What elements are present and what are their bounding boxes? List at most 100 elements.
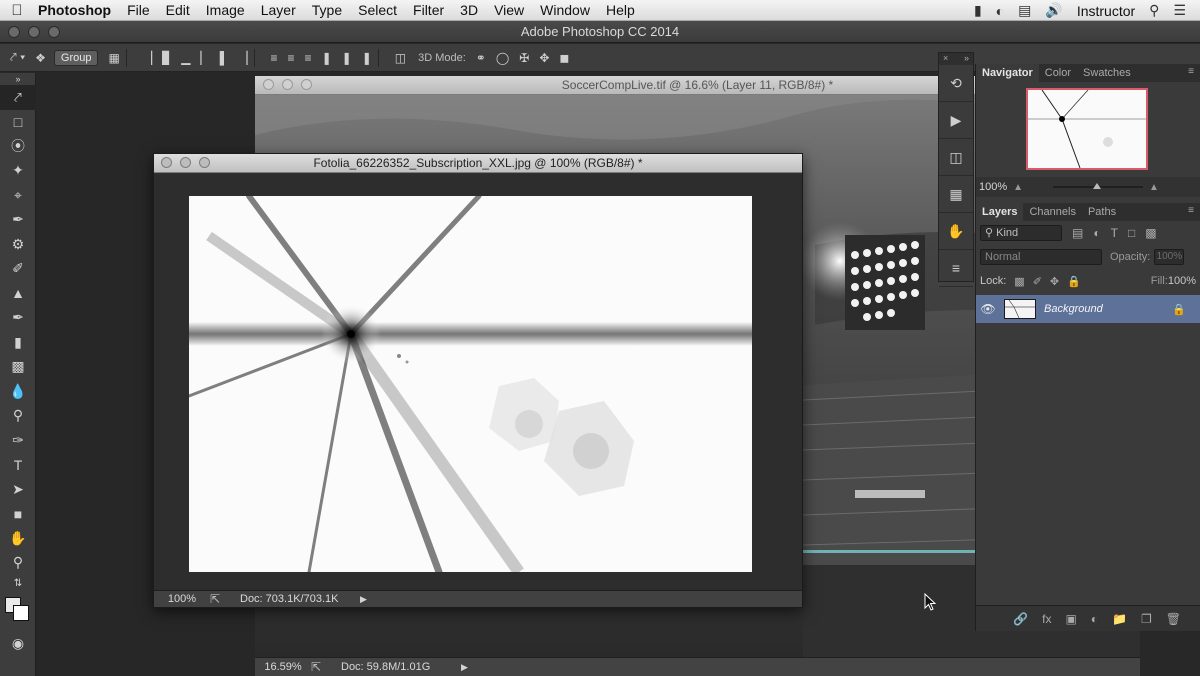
history-brush-tool-icon[interactable]: ✒ [0,306,36,331]
distribute-top-icon[interactable]: ≡ [271,51,278,65]
menu-edit[interactable]: Edit [158,2,198,18]
menu-filter[interactable]: Filter [405,2,452,18]
align-bottom-icon[interactable]: ▁ [181,51,190,65]
spotlight-search-icon[interactable]: ⚲ [1149,2,1159,19]
opacity-input[interactable]: 100% [1154,249,1185,265]
background-color-swatch[interactable] [13,605,29,621]
filter-type-icon[interactable]: T [1111,226,1118,240]
doc-close-button[interactable] [263,79,274,90]
tab-navigator[interactable]: Navigator [976,64,1039,82]
volume-icon[interactable]: 🔊 [1045,2,1062,19]
menu-layer[interactable]: Layer [253,2,304,18]
document-canvas-front[interactable] [154,174,802,590]
layer-thumbnail[interactable] [1004,299,1036,319]
document-window-front[interactable]: Fotolia_66226352_Subscription_XXL.jpg @ … [153,153,803,608]
distribute-hcenter-icon[interactable]: ❚ [342,51,352,65]
status-menu-arrow-back[interactable]: ▶ [461,662,468,673]
document-titlebar-front[interactable]: Fotolia_66226352_Subscription_XXL.jpg @ … [154,154,802,173]
layer-lock-icon[interactable]: 🔒 [1172,303,1186,316]
lock-position-icon[interactable]: ✥ [1050,275,1059,288]
distribute-vcenter-icon[interactable]: ≡ [288,51,295,65]
quick-mask-icon[interactable]: ◉ [0,631,36,656]
brush-presets-icon[interactable]: ✋ [939,213,973,250]
crop-tool-icon[interactable]: ⌖ [0,183,36,208]
layer-name[interactable]: Background [1044,303,1103,315]
minimize-window-button[interactable] [28,26,40,38]
3d-drag-icon[interactable]: ✠ [519,51,529,65]
link-layers-icon[interactable]: 🔗 [1013,612,1028,626]
align-top-icon[interactable]: ▕ [143,51,152,65]
zoom-tool-icon[interactable]: ⚲ [0,551,36,576]
eraser-tool-icon[interactable]: ▮ [0,330,36,355]
fill-input[interactable]: 100% [1168,275,1196,287]
3d-slide-icon[interactable]: ✥ [539,51,549,65]
3d-scale-icon[interactable]: ◼ [559,51,569,65]
distribute-right-icon[interactable]: ❚ [362,51,372,65]
navigator-view-box[interactable] [1026,88,1148,170]
display-icon[interactable]: ▤ [1018,2,1031,19]
menu-image[interactable]: Image [198,2,253,18]
sync-icon[interactable]: ◐ [996,3,1004,19]
filter-pixel-icon[interactable]: ▤ [1072,226,1083,240]
dock-expand-icon[interactable]: » [964,53,969,65]
panel-menu-icon[interactable]: ≡ [1188,66,1194,77]
menu-select[interactable]: Select [350,2,405,18]
blur-tool-icon[interactable]: 💧 [0,379,36,404]
tab-layers[interactable]: Layers [976,203,1024,221]
apple-icon[interactable]:  [0,2,34,19]
tab-swatches[interactable]: Swatches [1077,64,1137,82]
marquee-tool-icon[interactable]: □ [0,110,36,135]
align-left-icon[interactable]: ▏ [201,51,210,65]
battery-icon[interactable]: ▮ [974,2,982,19]
tab-color[interactable]: Color [1039,64,1077,82]
clone-stamp-tool-icon[interactable]: ▲ [0,281,36,306]
lock-transparency-icon[interactable]: ▩ [1014,275,1024,288]
filter-shape-icon[interactable]: □ [1128,226,1135,240]
new-group-icon[interactable]: 📁 [1112,612,1127,626]
layers-panel-menu-icon[interactable]: ≡ [1188,205,1194,216]
zoom-out-icon[interactable]: ▲ [1013,182,1023,193]
blend-mode-select[interactable]: Normal [980,249,1102,265]
align-hcenter-icon[interactable]: ▌ [220,51,229,65]
lock-image-icon[interactable]: ✐ [1033,275,1042,288]
zoom-level-back[interactable]: 16.59% [255,661,311,673]
tab-paths[interactable]: Paths [1082,203,1122,221]
adjustments-panel-icon[interactable]: ≡ [939,250,973,287]
move-tool-preset-icon[interactable]: ⤤ ▾ [10,50,25,65]
slider-knob[interactable] [1093,183,1102,189]
lasso-tool-icon[interactable]: ⦿ [0,134,36,159]
eyedropper-tool-icon[interactable]: ✒ [0,208,36,233]
lens-flare-image[interactable] [189,196,752,572]
auto-select-icon[interactable]: ❖ [35,51,46,65]
doc-minimize-button[interactable] [282,79,293,90]
new-layer-icon[interactable]: ❐ [1141,612,1152,626]
3d-roll-icon[interactable]: ◯ [496,51,509,65]
dodge-tool-icon[interactable]: ⚲ [0,404,36,429]
zoom-level-front[interactable]: 100% [154,593,210,605]
menu-file[interactable]: File [119,2,158,18]
doc-minimize-button[interactable] [180,157,191,168]
type-tool-icon[interactable]: T [0,453,36,478]
auto-align-layers-icon[interactable]: ◫ [395,51,406,65]
layer-style-icon[interactable]: fx [1042,612,1051,626]
auto-select-target-select[interactable]: Group [53,49,99,66]
tools-collapse-icon[interactable]: » [0,73,36,85]
zoom-in-icon[interactable]: ▲ [1149,182,1159,193]
visibility-eye-icon[interactable]: 👁 [976,302,1000,316]
share-icon-front[interactable]: ⇱ [210,592,240,606]
align-vcenter-icon[interactable]: ▊ [162,51,171,65]
lock-all-icon[interactable]: 🔒 [1067,275,1081,288]
properties-panel-icon[interactable]: ▦ [939,176,973,213]
share-icon-back[interactable]: ⇱ [311,660,341,674]
actions-panel-icon[interactable]: ▶ [939,102,973,139]
doc-close-button[interactable] [161,157,172,168]
user-name[interactable]: Instructor [1077,3,1135,19]
swap-colors-icon[interactable]: ⇅ [0,575,36,591]
doc-zoom-button[interactable] [199,157,210,168]
tab-channels[interactable]: Channels [1023,203,1081,221]
doc-zoom-button[interactable] [301,79,312,90]
menu-help[interactable]: Help [598,2,643,18]
filter-smart-object-icon[interactable]: ▩ [1145,226,1156,240]
brush-tool-icon[interactable]: ✐ [0,257,36,282]
distribute-bottom-icon[interactable]: ≡ [305,51,312,65]
